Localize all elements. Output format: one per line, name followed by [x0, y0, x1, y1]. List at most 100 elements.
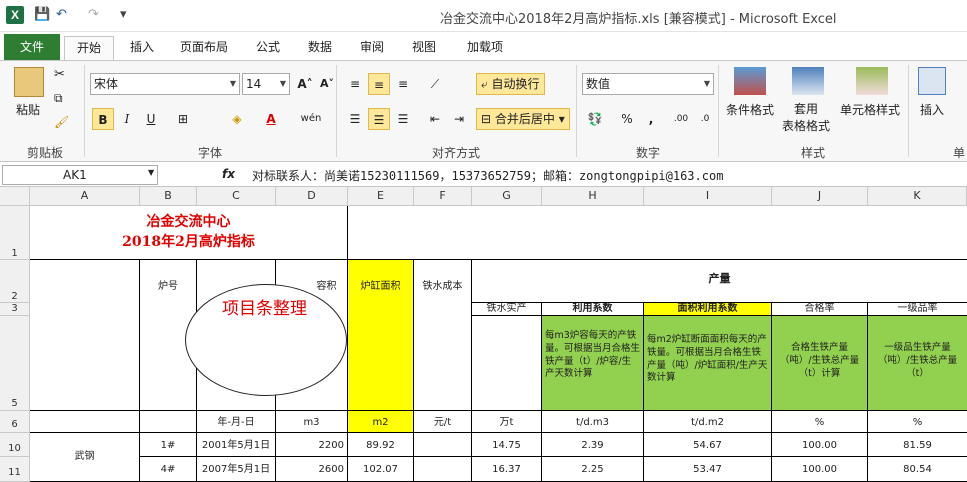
- align-top-icon[interactable]: ≡: [344, 73, 366, 95]
- align-center-icon[interactable]: ☰: [368, 108, 390, 130]
- name-box[interactable]: AK1: [2, 165, 158, 185]
- desc-first-grade[interactable]: 一级品生铁产量（吨）/生铁总产量（t）: [868, 316, 967, 411]
- column-header-e[interactable]: E: [348, 187, 414, 206]
- undo-icon[interactable]: ↶: [56, 7, 67, 22]
- indent-increase-icon[interactable]: ⇥: [448, 108, 470, 130]
- data-actual-output[interactable]: 16.37: [472, 457, 542, 482]
- data-utilization[interactable]: 2.39: [542, 433, 644, 457]
- header-actual-output[interactable]: 铁水实产: [472, 303, 542, 316]
- font-color-button[interactable]: A: [260, 108, 282, 130]
- header-utilization[interactable]: 利用系数: [542, 303, 644, 316]
- column-header-f[interactable]: F: [414, 187, 472, 206]
- data-area[interactable]: 102.07: [348, 457, 414, 482]
- data-date[interactable]: 2001年5月1日: [197, 433, 276, 457]
- merge-center-button[interactable]: ⊟ 合并后居中 ▾: [476, 108, 570, 130]
- currency-icon[interactable]: 💱: [584, 108, 606, 130]
- row-header-2[interactable]: 2: [0, 260, 30, 303]
- font-name-select[interactable]: 宋体 ▼: [90, 73, 240, 95]
- unit-cell-d[interactable]: m3: [276, 411, 348, 433]
- data-first-grade[interactable]: 81.59: [868, 433, 967, 457]
- align-bottom-icon[interactable]: ≡: [392, 73, 414, 95]
- column-header-j[interactable]: J: [772, 187, 868, 206]
- column-header-k[interactable]: K: [868, 187, 967, 206]
- tab-addins[interactable]: 加载项: [456, 36, 514, 60]
- unit-cell-i[interactable]: t/d.m2: [644, 411, 772, 433]
- grow-font-button[interactable]: A˄: [294, 73, 316, 95]
- data-cost[interactable]: [414, 433, 472, 457]
- header-blank-a[interactable]: [30, 260, 140, 411]
- data-pass-rate[interactable]: 100.00: [772, 457, 868, 482]
- copy-icon[interactable]: ⧉: [54, 91, 63, 106]
- desc-utilization[interactable]: 每m3炉容每天的产铁量。可根据当月合格生铁产量（t）/炉容/生产天数计算: [542, 316, 644, 411]
- header-area-utilization[interactable]: 面积利用系数: [644, 303, 772, 316]
- unit-cell-f[interactable]: 元/t: [414, 411, 472, 433]
- customize-qa-icon[interactable]: ▾: [120, 7, 127, 22]
- worksheet-grid[interactable]: A B C D E F G H I J K 1 2 3 5 6 10 11 冶金…: [0, 187, 967, 482]
- row-header-11[interactable]: 11: [0, 457, 30, 482]
- format-as-table-icon[interactable]: [792, 67, 824, 95]
- row-header-5[interactable]: 5: [0, 316, 30, 411]
- align-middle-icon[interactable]: ≡: [368, 73, 390, 95]
- column-header-c[interactable]: C: [197, 187, 276, 206]
- column-header-g[interactable]: G: [472, 187, 542, 206]
- name-box-dropdown-icon[interactable]: ▼: [148, 168, 154, 177]
- percent-button[interactable]: %: [616, 108, 638, 130]
- unit-cell-g[interactable]: 万t: [472, 411, 542, 433]
- column-header-b[interactable]: B: [140, 187, 197, 206]
- data-actual-output[interactable]: 14.75: [472, 433, 542, 457]
- insert-cells-button[interactable]: 插入: [920, 101, 944, 118]
- header-pass-rate[interactable]: 合格率: [772, 303, 868, 316]
- data-furnace-no[interactable]: 4#: [140, 457, 197, 482]
- bold-button[interactable]: B: [92, 108, 114, 130]
- desc-pass-rate[interactable]: 合格生铁产量（吨）/生铁总产量（t）计算: [772, 316, 868, 411]
- tab-view[interactable]: 视图: [402, 36, 446, 60]
- header-hearth-area[interactable]: 炉缸面积: [348, 260, 414, 411]
- header-output[interactable]: 产量: [472, 260, 967, 303]
- decrease-decimal-icon[interactable]: .0: [694, 108, 716, 130]
- data-area-utilization[interactable]: 54.67: [644, 433, 772, 457]
- tab-data[interactable]: 数据: [298, 36, 342, 60]
- insert-cells-icon[interactable]: [918, 67, 946, 95]
- shrink-font-button[interactable]: A˅: [316, 73, 338, 95]
- conditional-format-button[interactable]: 条件格式: [726, 101, 774, 118]
- data-volume[interactable]: 2200: [276, 433, 348, 457]
- comma-style-button[interactable]: ,: [640, 108, 662, 130]
- data-furnace-no[interactable]: 1#: [140, 433, 197, 457]
- desc-blank-g[interactable]: [472, 316, 542, 411]
- unit-cell-k[interactable]: %: [868, 411, 967, 433]
- company-cell[interactable]: 武钢: [30, 433, 140, 482]
- header-hot-metal-cost[interactable]: 铁水成本: [414, 260, 472, 411]
- sheet-title-cell[interactable]: 冶金交流中心 2018年2月高炉指标: [30, 206, 348, 260]
- select-all-corner[interactable]: [0, 187, 30, 206]
- paste-button[interactable]: 粘贴: [16, 101, 40, 118]
- tab-file[interactable]: 文件: [4, 34, 60, 60]
- cell-styles-icon[interactable]: [856, 67, 888, 95]
- row-header-6[interactable]: 6: [0, 411, 30, 433]
- callout-shape[interactable]: 项目条整理: [185, 284, 347, 396]
- unit-cell-b[interactable]: [140, 411, 197, 433]
- cut-icon[interactable]: ✂: [54, 67, 65, 82]
- header-first-grade[interactable]: 一级品率: [868, 303, 967, 316]
- data-area[interactable]: 89.92: [348, 433, 414, 457]
- title-blank-cell[interactable]: [348, 206, 967, 260]
- data-utilization[interactable]: 2.25: [542, 457, 644, 482]
- tab-home[interactable]: 开始: [64, 36, 114, 60]
- increase-decimal-icon[interactable]: .00: [670, 108, 692, 130]
- phonetic-icon[interactable]: wén: [300, 108, 322, 130]
- unit-cell-e[interactable]: m2: [348, 411, 414, 433]
- data-volume[interactable]: 2600: [276, 457, 348, 482]
- orientation-icon[interactable]: ⟋: [424, 73, 446, 95]
- desc-area-utilization[interactable]: 每m2炉缸断面面积每天的产铁量。可根据当月合格生铁产量（吨）/炉缸面积/生产天数…: [644, 316, 772, 411]
- save-icon[interactable]: 💾: [34, 7, 50, 22]
- align-left-icon[interactable]: ☰: [344, 108, 366, 130]
- tab-insert[interactable]: 插入: [120, 36, 164, 60]
- column-header-h[interactable]: H: [542, 187, 644, 206]
- font-size-select[interactable]: 14 ▼: [242, 73, 290, 95]
- insert-function-icon[interactable]: fx: [222, 167, 235, 181]
- column-header-a[interactable]: A: [30, 187, 140, 206]
- underline-button[interactable]: U: [140, 108, 162, 130]
- unit-cell-a[interactable]: [30, 411, 140, 433]
- redo-icon[interactable]: ↷: [88, 7, 99, 22]
- italic-button[interactable]: I: [116, 108, 138, 130]
- data-area-utilization[interactable]: 53.47: [644, 457, 772, 482]
